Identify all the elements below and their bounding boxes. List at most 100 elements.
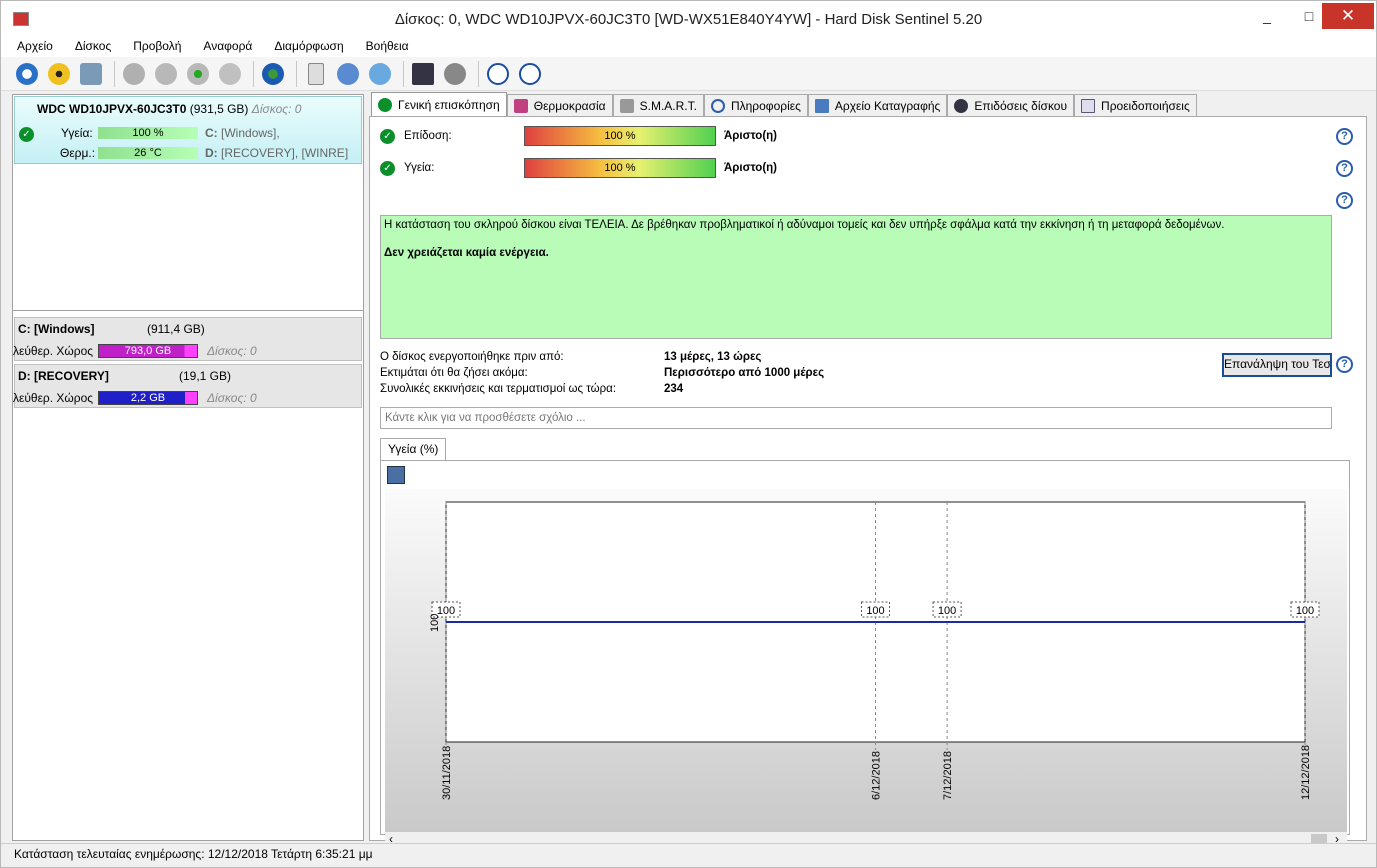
sound-button[interactable] <box>441 60 469 88</box>
x-tick-label: 12/12/2018 <box>1300 745 1312 800</box>
report-button[interactable] <box>302 60 330 88</box>
toolbar-separator <box>296 60 297 87</box>
partition-disk: Δίσκος: 0 <box>207 344 257 358</box>
log-icon <box>814 98 829 113</box>
tab-label: Γενική επισκόπηση <box>398 97 500 112</box>
menu-file[interactable]: Αρχείο <box>11 37 59 57</box>
powered-on-label: Ο δίσκος ενεργοποιήθηκε πριν από: <box>380 351 564 363</box>
volume-d: D: [RECOVERY], [WINRE] <box>205 146 348 160</box>
menu-bar: Αρχείο Δίσκος Προβολή Αναφορά Διαμόρφωση… <box>1 37 1376 57</box>
partition-name: C: [Windows] <box>18 322 95 336</box>
partition-size: (19,1 GB) <box>179 369 232 383</box>
action-message: Δεν χρειάζεται καμία ενέργεια. <box>384 247 549 259</box>
x-tick-label: 30/11/2018 <box>441 746 453 800</box>
remaining-life-label: Εκτιμάται ότι θα ζήσει ακόμα: <box>380 367 528 379</box>
tab-information[interactable]: Πληροφορίες <box>703 94 808 116</box>
toolbar-separator <box>478 60 479 87</box>
test-button-2[interactable] <box>152 60 180 88</box>
free-space-bar: 2,2 GB <box>98 391 198 405</box>
surface-test-button[interactable] <box>120 60 148 88</box>
tab-smart[interactable]: S.M.A.R.T. <box>612 94 704 116</box>
volume-c: C: [Windows], <box>205 126 280 140</box>
status-message: Η κατάσταση του σκληρού δίσκου είναι ΤΕΛ… <box>384 219 1225 231</box>
volume-d-name: [RECOVERY], [WINRE] <box>221 146 349 160</box>
ok-check-icon: ✓ <box>380 129 395 144</box>
web-button[interactable] <box>259 60 287 88</box>
test-button-4[interactable] <box>216 60 244 88</box>
partition-card[interactable]: D: [RECOVERY] (19,1 GB) λεύθερ. Χώρος 2,… <box>13 364 362 408</box>
data-label: 100 <box>938 605 956 617</box>
disk-size: (931,5 GB) <box>189 102 249 116</box>
disk-name: WDC WD10JPVX-60JC3T0 <box>37 102 187 116</box>
refresh-button[interactable] <box>13 60 41 88</box>
minimize-button[interactable]: _ <box>1246 5 1288 29</box>
partition-size: (911,4 GB) <box>147 322 205 336</box>
tab-temperature[interactable]: Θερμοκρασία <box>506 94 613 116</box>
save-icon[interactable] <box>387 466 405 484</box>
performance-rating: Άριστο(η) <box>724 130 778 142</box>
menu-view[interactable]: Προβολή <box>127 37 187 57</box>
menu-configuration[interactable]: Διαμόρφωση <box>268 37 349 57</box>
disk-test-icon <box>155 62 177 85</box>
test-button-3[interactable] <box>184 60 212 88</box>
warning-icon <box>48 62 70 85</box>
health-label: Υγεία: <box>404 162 435 174</box>
temp-bar: 26 °C <box>98 147 198 159</box>
y-tick-label: 100 <box>429 614 441 632</box>
start-stop-value: 234 <box>664 383 684 395</box>
refresh-icon <box>16 62 38 85</box>
info-icon <box>710 98 725 113</box>
repeat-test-button[interactable]: Επανάληψη του Τεστ <box>1222 353 1332 377</box>
close-button[interactable]: ✕ <box>1322 3 1374 29</box>
config-button[interactable] <box>409 60 437 88</box>
status-message-box: Η κατάσταση του σκληρού δίσκου είναι ΤΕΛ… <box>380 215 1332 339</box>
window-title: Δίσκος: 0, WDC WD10JPVX-60JC3T0 [WD-WX51… <box>394 11 983 28</box>
volume-c-name: [Windows], <box>221 126 280 140</box>
alert-button[interactable] <box>45 60 73 88</box>
thermometer-icon <box>513 98 528 113</box>
status-bar: Κατάσταση τελευταίας ενημέρωσης: 12/12/2… <box>1 843 1376 867</box>
title-bar: Δίσκος: 0, WDC WD10JPVX-60JC3T0 [WD-WX51… <box>1 1 1376 37</box>
partition-disk: Δίσκος: 0 <box>207 391 257 405</box>
gauge-icon <box>954 98 969 113</box>
menu-disk[interactable]: Δίσκος <box>69 37 117 57</box>
temp-label: Θερμ.: <box>60 146 96 160</box>
tab-log[interactable]: Αρχείο Καταγραφής <box>807 94 948 116</box>
network-button[interactable] <box>366 60 394 88</box>
comment-input[interactable]: Κάντε κλικ για να προσθέσετε σχόλιο ... <box>380 407 1332 429</box>
help-icon <box>487 62 509 85</box>
disk-card[interactable]: WDC WD10JPVX-60JC3T0 (931,5 GB) Δίσκος: … <box>14 96 362 164</box>
help-icon[interactable]: ? <box>1336 356 1353 373</box>
tab-label: Προειδοποιήσεις <box>1101 98 1190 113</box>
remaining-life-value: Περισσότερο από 1000 μέρες <box>664 367 825 379</box>
toolbar-separator <box>114 60 115 87</box>
chart-tab-health[interactable]: Υγεία (%) <box>380 438 447 460</box>
tab-label: Θερμοκρασία <box>533 98 606 113</box>
sync-icon <box>337 62 359 85</box>
chart-frame: 30/11/2018 6/12/2018 7/12/2018 12/12/2018 10… <box>380 460 1350 849</box>
menu-help[interactable]: Βοήθεια <box>360 37 415 57</box>
disk-search-icon <box>219 62 241 85</box>
disk-button[interactable] <box>77 60 105 88</box>
tab-performance[interactable]: Επιδόσεις δίσκου <box>947 94 1075 116</box>
disk-check-icon <box>187 62 209 85</box>
free-space-bar: 793,0 GB <box>98 344 198 358</box>
help-icon[interactable]: ? <box>1336 192 1353 209</box>
health-bar: 100 % <box>98 127 198 139</box>
help-icon[interactable]: ? <box>1336 160 1353 177</box>
tab-alerts[interactable]: Προειδοποιήσεις <box>1074 94 1197 116</box>
details-panel: Γενική επισκόπηση Θερμοκρασία S.M.A.R.T.… <box>369 92 1369 849</box>
help-button[interactable] <box>484 60 512 88</box>
ok-check-icon: ✓ <box>19 127 34 142</box>
partition-card[interactable]: C: [Windows] (911,4 GB) λεύθερ. Χώρος 79… <box>13 317 362 361</box>
performance-bar: 100 % <box>524 126 716 146</box>
volume-c-letter: C: <box>205 126 218 140</box>
menu-report[interactable]: Αναφορά <box>197 37 258 57</box>
app-window: Δίσκος: 0, WDC WD10JPVX-60JC3T0 [WD-WX51… <box>0 0 1377 868</box>
tab-strip: Γενική επισκόπηση Θερμοκρασία S.M.A.R.T.… <box>369 92 1197 116</box>
help-icon[interactable]: ? <box>1336 128 1353 145</box>
free-space-label: λεύθερ. Χώρος <box>13 344 94 358</box>
sync-button[interactable] <box>334 60 362 88</box>
about-button[interactable] <box>516 60 544 88</box>
tab-overview[interactable]: Γενική επισκόπηση <box>371 92 507 116</box>
